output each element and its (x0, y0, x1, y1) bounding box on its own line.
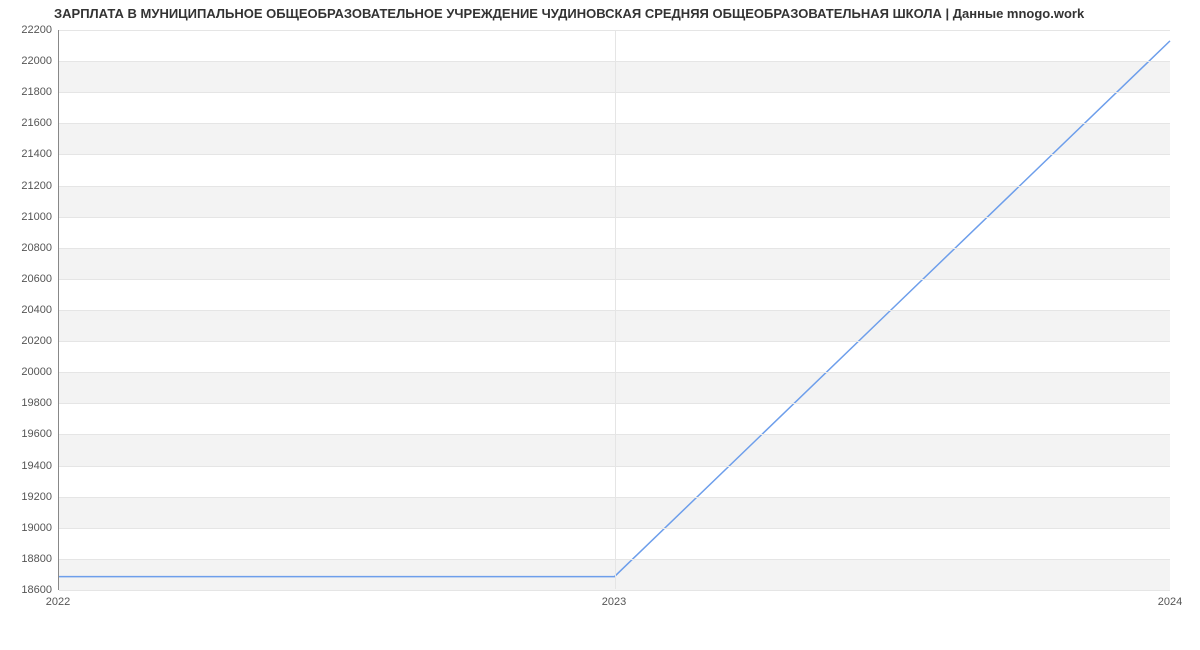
y-tick-label: 22000 (0, 55, 52, 67)
plot-area (58, 30, 1170, 590)
y-tick-label: 19400 (0, 460, 52, 472)
y-tick-label: 19600 (0, 428, 52, 440)
y-tick-label: 20800 (0, 242, 52, 254)
y-tick-label: 21400 (0, 148, 52, 160)
y-tick-label: 19200 (0, 491, 52, 503)
y-tick-label: 21000 (0, 211, 52, 223)
y-tick-label: 21800 (0, 86, 52, 98)
gridline-h (59, 590, 1170, 591)
y-tick-label: 20200 (0, 335, 52, 347)
y-tick-label: 20600 (0, 273, 52, 285)
chart-title: ЗАРПЛАТА В МУНИЦИПАЛЬНОЕ ОБЩЕОБРАЗОВАТЕЛ… (54, 6, 1190, 21)
y-tick-label: 21600 (0, 117, 52, 129)
y-tick-label: 20000 (0, 366, 52, 378)
y-tick-label: 22200 (0, 24, 52, 36)
y-tick-label: 21200 (0, 180, 52, 192)
x-tick-label: 2023 (602, 596, 626, 608)
y-tick-label: 18600 (0, 584, 52, 596)
x-tick-label: 2022 (46, 596, 70, 608)
y-tick-label: 19000 (0, 522, 52, 534)
y-tick-label: 20400 (0, 304, 52, 316)
y-tick-label: 18800 (0, 553, 52, 565)
y-tick-label: 19800 (0, 397, 52, 409)
chart-container: ЗАРПЛАТА В МУНИЦИПАЛЬНОЕ ОБЩЕОБРАЗОВАТЕЛ… (0, 0, 1200, 650)
x-tick-label: 2024 (1158, 596, 1182, 608)
gridline-v (615, 30, 616, 589)
